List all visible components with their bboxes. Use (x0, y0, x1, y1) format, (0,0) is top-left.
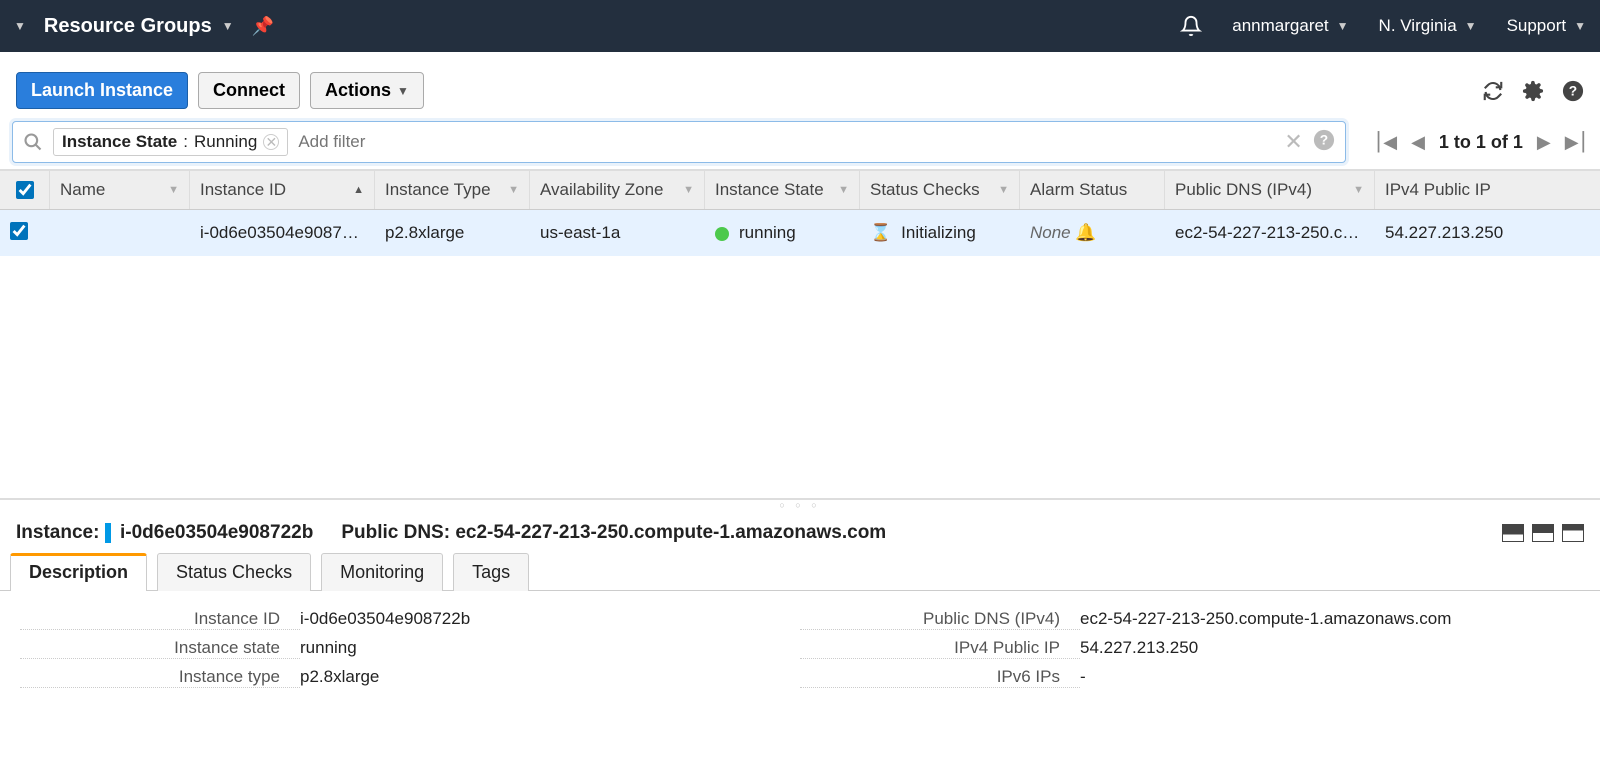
sort-icon: ▼ (683, 184, 694, 196)
desc-val-instance-id: i-0d6e03504e908722b (300, 609, 470, 629)
cell-instance-type: p2.8xlarge (375, 223, 530, 243)
filter-box[interactable]: Instance State : Running ✕ ✕ ? (12, 121, 1346, 163)
detail-public-dns: ec2-54-227-213-250.compute-1.amazonaws.c… (455, 522, 886, 543)
status-dot-running-icon (715, 227, 729, 241)
tab-monitoring[interactable]: Monitoring (321, 553, 443, 591)
help-icon[interactable]: ? (1562, 80, 1584, 102)
support-label: Support (1507, 16, 1567, 36)
column-instance-state[interactable]: Instance State▼ (705, 171, 860, 209)
page-range-text: 1 to 1 of 1 (1439, 132, 1523, 153)
svg-text:?: ? (1320, 132, 1328, 147)
column-ipv4-public-ip[interactable]: IPv4 Public IP (1375, 171, 1535, 209)
desc-key-public-dns: Public DNS (IPv4) (800, 609, 1080, 630)
sort-asc-icon: ▲ (353, 184, 364, 196)
page-prev-icon[interactable]: ◀ (1411, 132, 1425, 153)
tab-tags[interactable]: Tags (453, 553, 529, 591)
region-name: N. Virginia (1379, 16, 1457, 36)
cell-instance-state: running (739, 223, 796, 242)
detail-instance-summary: Instance: i-0d6e03504e908722b (16, 522, 313, 544)
pane-resize-handle[interactable]: ○ ○ ○ (0, 499, 1600, 510)
filter-help-icon[interactable]: ? (1313, 129, 1335, 156)
pane-size-small[interactable] (1502, 524, 1524, 542)
sort-icon: ▼ (168, 184, 179, 196)
cell-ipv4-public-ip: 54.227.213.250 (1375, 223, 1535, 243)
chevron-down-icon: ▼ (1574, 19, 1586, 33)
bell-icon[interactable] (1180, 15, 1202, 37)
select-all-checkbox[interactable] (0, 171, 50, 209)
filter-tag-instance-state[interactable]: Instance State : Running ✕ (53, 128, 288, 156)
settings-gear-icon[interactable] (1522, 80, 1544, 102)
column-public-dns[interactable]: Public DNS (IPv4)▼ (1165, 171, 1375, 209)
page-next-icon[interactable]: ▶ (1537, 132, 1551, 153)
sort-icon: ▼ (998, 184, 1009, 196)
resource-groups-menu[interactable]: Resource Groups ▼ (44, 15, 234, 38)
chevron-down-icon: ▼ (1337, 19, 1349, 33)
sort-icon: ▼ (1353, 184, 1364, 196)
detail-instance-id: i-0d6e03504e908722b (120, 522, 313, 543)
column-name[interactable]: Name▼ (50, 171, 190, 209)
column-instance-id[interactable]: Instance ID▲ (190, 171, 375, 209)
hourglass-icon: ⌛ (870, 223, 891, 243)
desc-key-instance-state: Instance state (20, 638, 300, 659)
add-filter-input[interactable] (298, 132, 1274, 152)
column-instance-type[interactable]: Instance Type▼ (375, 171, 530, 209)
services-dropdown-caret[interactable]: ▼ (14, 19, 26, 33)
table-row[interactable]: i-0d6e03504e90872… p2.8xlarge us-east-1a… (0, 210, 1600, 256)
remove-filter-icon[interactable]: ✕ (263, 134, 279, 150)
cell-public-dns: ec2-54-227-213-250.co… (1165, 223, 1375, 243)
desc-val-instance-type: p2.8xlarge (300, 667, 379, 687)
page-first-icon[interactable]: ⎮◀ (1374, 132, 1397, 153)
pin-icon[interactable]: 📌 (252, 16, 274, 37)
chevron-down-icon: ▼ (397, 84, 409, 98)
desc-val-instance-state: running (300, 638, 357, 658)
desc-val-ipv4-public-ip: 54.227.213.250 (1080, 638, 1198, 658)
pane-size-large[interactable] (1562, 524, 1584, 542)
detail-public-dns-summary: Public DNS: ec2-54-227-213-250.compute-1… (341, 522, 886, 544)
pane-size-medium[interactable] (1532, 524, 1554, 542)
row-checkbox[interactable] (10, 222, 28, 240)
chevron-down-icon: ▼ (1465, 19, 1477, 33)
desc-val-ipv6-ips: - (1080, 667, 1086, 687)
page-last-icon[interactable]: ▶⎮ (1565, 132, 1588, 153)
tab-status-checks[interactable]: Status Checks (157, 553, 311, 591)
actions-button[interactable]: Actions ▼ (310, 72, 424, 109)
refresh-icon[interactable] (1482, 80, 1504, 102)
svg-text:?: ? (1569, 83, 1577, 98)
account-name: annmargaret (1232, 16, 1328, 36)
selection-marker-icon (105, 523, 111, 543)
connect-button[interactable]: Connect (198, 72, 300, 109)
filter-tag-key: Instance State (62, 132, 177, 152)
column-status-checks[interactable]: Status Checks▼ (860, 171, 1020, 209)
tab-description[interactable]: Description (10, 553, 147, 591)
chevron-down-icon: ▼ (222, 19, 234, 33)
sort-icon: ▼ (838, 184, 849, 196)
cell-alarm-status: None (1030, 223, 1071, 242)
cell-availability-zone: us-east-1a (530, 223, 705, 243)
alarm-add-icon[interactable]: 🔔 (1075, 223, 1096, 242)
account-menu[interactable]: annmargaret ▼ (1232, 16, 1348, 36)
clear-filters-icon[interactable]: ✕ (1284, 129, 1302, 155)
filter-tag-value: Running (194, 132, 257, 152)
cell-instance-id: i-0d6e03504e90872… (190, 223, 375, 243)
cell-status-checks: Initializing (901, 223, 976, 242)
sort-icon: ▼ (508, 184, 519, 196)
launch-instance-button[interactable]: Launch Instance (16, 72, 188, 109)
search-icon (23, 132, 43, 152)
desc-key-ipv6-ips: IPv6 IPs (800, 667, 1080, 688)
region-menu[interactable]: N. Virginia ▼ (1379, 16, 1477, 36)
desc-key-instance-type: Instance type (20, 667, 300, 688)
resource-groups-label: Resource Groups (44, 15, 212, 38)
desc-key-instance-id: Instance ID (20, 609, 300, 630)
desc-key-ipv4-public-ip: IPv4 Public IP (800, 638, 1080, 659)
actions-label: Actions (325, 80, 391, 101)
column-availability-zone[interactable]: Availability Zone▼ (530, 171, 705, 209)
column-alarm-status[interactable]: Alarm Status (1020, 171, 1165, 209)
support-menu[interactable]: Support ▼ (1507, 16, 1586, 36)
desc-val-public-dns: ec2-54-227-213-250.compute-1.amazonaws.c… (1080, 609, 1451, 629)
